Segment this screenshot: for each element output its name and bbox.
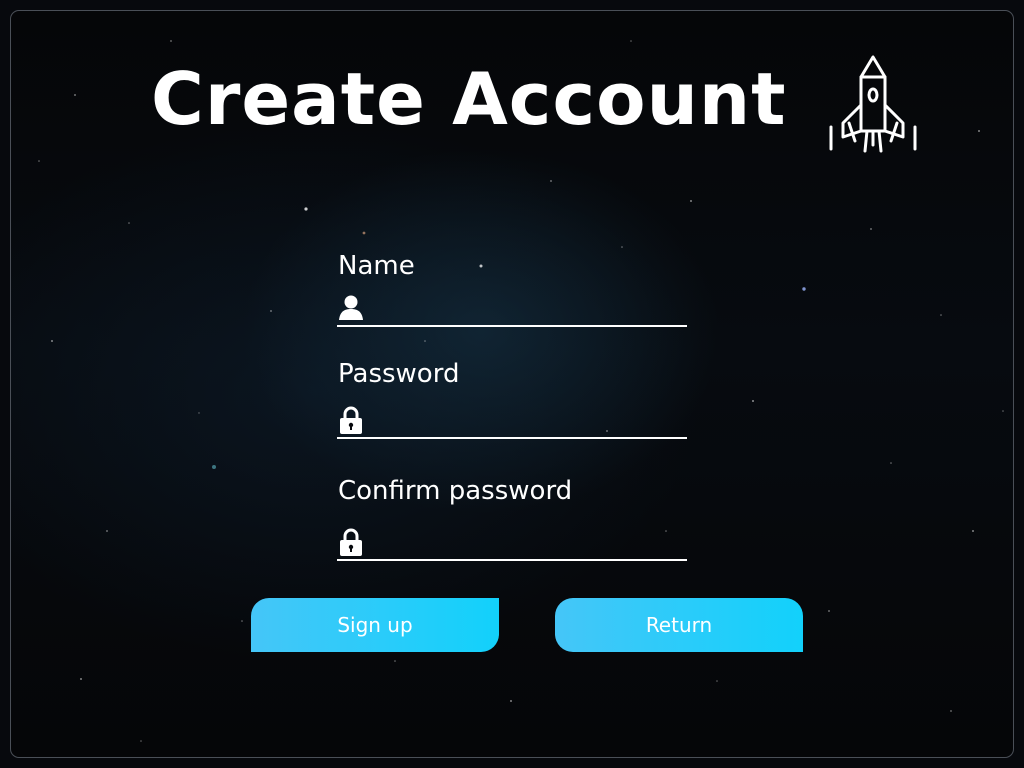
sign-up-button[interactable]: Sign up xyxy=(251,598,499,652)
return-button[interactable]: Return xyxy=(555,598,803,652)
window-frame: Create Account Name Password Confirm pas… xyxy=(10,10,1014,758)
page-title: Create Account xyxy=(151,57,787,141)
confirm-password-label: Confirm password xyxy=(338,476,573,506)
password-label: Password xyxy=(338,359,460,389)
confirm-password-input[interactable] xyxy=(371,529,687,557)
password-field-wrapper xyxy=(337,403,687,439)
name-field-wrapper xyxy=(337,291,687,327)
name-label: Name xyxy=(338,251,415,281)
password-input[interactable] xyxy=(371,407,687,435)
rocket-icon xyxy=(829,55,917,153)
lock-icon xyxy=(340,528,362,556)
name-input[interactable] xyxy=(371,295,687,323)
confirm-password-field-wrapper xyxy=(337,525,687,561)
user-icon xyxy=(339,295,363,320)
lock-icon xyxy=(340,406,362,434)
